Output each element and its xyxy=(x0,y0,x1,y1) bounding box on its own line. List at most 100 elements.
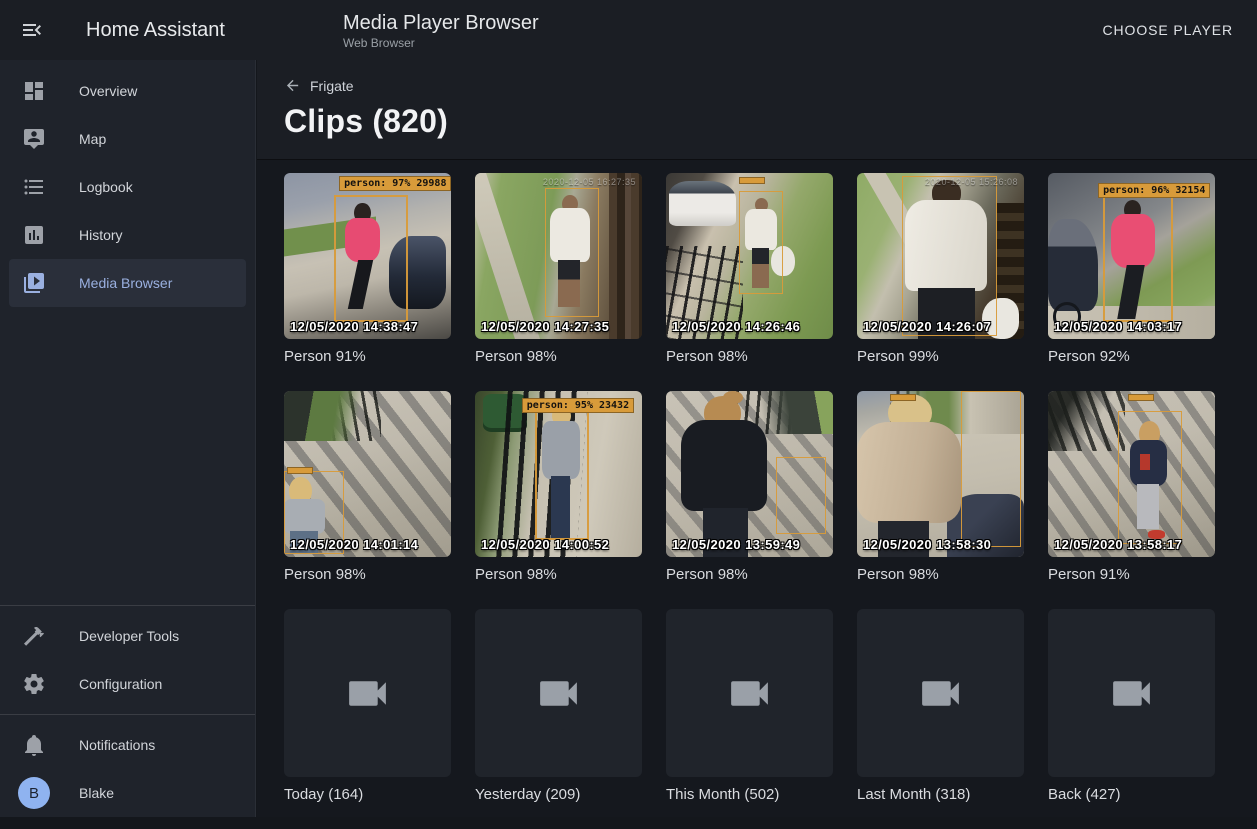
clip-caption: Person 99% xyxy=(857,347,1024,367)
detection-bbox xyxy=(1103,190,1173,323)
clip-timestamp: 12/05/2020 14:27:35 xyxy=(481,319,609,334)
dashboard-icon xyxy=(22,79,46,103)
detection-bbox xyxy=(545,188,598,317)
play-box-multiple-icon xyxy=(22,271,46,295)
sidebar-item-user[interactable]: B Blake xyxy=(9,769,246,817)
content-header: Frigate Clips (820) xyxy=(257,60,1257,160)
clip-timestamp: 12/05/2020 14:26:07 xyxy=(863,319,991,334)
breadcrumb-label: Frigate xyxy=(310,78,354,94)
detection-label xyxy=(890,394,916,401)
detection-bbox xyxy=(776,457,826,533)
clip-card[interactable]: person: 95% 23432 12/05/2020 14:00:52 Pe… xyxy=(475,391,642,585)
clip-thumbnail: person: 96% 32154 12/05/2020 14:03:17 xyxy=(1048,173,1215,339)
sidebar-item-label: Map xyxy=(79,131,106,147)
clip-card[interactable]: 12/05/2020 13:58:30 Person 98% xyxy=(857,391,1024,585)
clip-thumbnail: 12/05/2020 14:01:14 xyxy=(284,391,451,557)
clip-card[interactable]: 12/05/2020 13:59:49 Person 98% xyxy=(666,391,833,585)
back-arrow-icon xyxy=(284,77,301,94)
clip-card[interactable]: 12/05/2020 13:58:17 Person 91% xyxy=(1048,391,1215,585)
folder-label: Today (164) xyxy=(284,785,451,805)
sidebar-header: Home Assistant xyxy=(0,18,256,42)
clip-timestamp: 12/05/2020 14:01:14 xyxy=(290,537,418,552)
panel-subtitle: Web Browser xyxy=(343,36,539,50)
clip-caption: Person 98% xyxy=(666,347,833,367)
panel-title: Media Player Browser xyxy=(343,11,539,35)
detection-bbox xyxy=(334,195,407,323)
clip-thumbnail: person: 95% 23432 12/05/2020 14:00:52 xyxy=(475,391,642,557)
sidebar-item-map[interactable]: Map xyxy=(9,115,246,163)
clip-thumbnail: 2020-12-05 15:26:08 12/05/2020 14:26:07 xyxy=(857,173,1024,339)
clip-timestamp: 12/05/2020 14:00:52 xyxy=(481,537,609,552)
clip-caption: Person 98% xyxy=(666,565,833,585)
clip-card[interactable]: 2020-12-05 16:27:35 12/05/2020 14:27:35 … xyxy=(475,173,642,367)
sidebar-item-label: Overview xyxy=(79,83,137,99)
gear-icon xyxy=(22,672,46,696)
sidebar-item-configuration[interactable]: Configuration xyxy=(9,660,246,708)
sidebar-item-label: Configuration xyxy=(79,676,162,692)
video-camera-icon xyxy=(534,669,583,718)
clip-thumbnail: 12/05/2020 14:26:46 xyxy=(666,173,833,339)
clip-card[interactable]: person: 97% 29988 12/05/2020 14:38:47 Pe… xyxy=(284,173,451,367)
sidebar: Overview Map Logbook History Media Brows… xyxy=(0,60,256,817)
sidebar-item-notifications[interactable]: Notifications xyxy=(9,721,246,769)
clip-timestamp: 12/05/2020 13:59:49 xyxy=(672,537,800,552)
clip-card[interactable]: 12/05/2020 14:26:46 Person 98% xyxy=(666,173,833,367)
folder-card[interactable]: Last Month (318) xyxy=(857,609,1024,805)
user-name: Blake xyxy=(79,785,114,801)
sidebar-item-label: History xyxy=(79,227,123,243)
clip-card[interactable]: 2020-12-05 15:26:08 12/05/2020 14:26:07 … xyxy=(857,173,1024,367)
clips-grid: person: 97% 29988 12/05/2020 14:38:47 Pe… xyxy=(257,160,1257,829)
video-camera-icon xyxy=(725,669,774,718)
sidebar-item-developer-tools[interactable]: Developer Tools xyxy=(9,612,246,660)
sidebar-divider xyxy=(0,714,255,715)
clip-timestamp: 12/05/2020 13:58:17 xyxy=(1054,537,1182,552)
detection-bbox xyxy=(535,404,588,540)
detection-label xyxy=(1128,394,1154,401)
clip-thumbnail: 12/05/2020 13:59:49 xyxy=(666,391,833,557)
folder-label: Back (427) xyxy=(1048,785,1215,805)
clip-timestamp: 12/05/2020 14:38:47 xyxy=(290,319,418,334)
detection-bbox xyxy=(739,191,782,294)
choose-player-button[interactable]: CHOOSE PLAYER xyxy=(1095,14,1241,46)
sidebar-item-logbook[interactable]: Logbook xyxy=(9,163,246,211)
sidebar-item-history[interactable]: History xyxy=(9,211,246,259)
clip-timestamp: 12/05/2020 13:58:30 xyxy=(863,537,991,552)
folder-label: This Month (502) xyxy=(666,785,833,805)
clip-caption: Person 98% xyxy=(284,565,451,585)
app-title: Home Assistant xyxy=(86,19,225,42)
camera-osd: 2020-12-05 15:26:08 xyxy=(925,177,1018,187)
video-camera-icon xyxy=(916,669,965,718)
detection-bbox xyxy=(961,391,1021,547)
clip-thumbnail: person: 97% 29988 12/05/2020 14:38:47 xyxy=(284,173,451,339)
detection-label xyxy=(287,467,313,474)
folder-card[interactable]: Today (164) xyxy=(284,609,451,805)
video-camera-icon xyxy=(1107,669,1156,718)
hammer-icon xyxy=(22,624,46,648)
clip-card[interactable]: 12/05/2020 14:01:14 Person 98% xyxy=(284,391,451,585)
media-browser-panel: Frigate Clips (820) person: 97% 29988 12… xyxy=(257,60,1257,817)
folder-card[interactable]: This Month (502) xyxy=(666,609,833,805)
clip-thumbnail: 2020-12-05 16:27:35 12/05/2020 14:27:35 xyxy=(475,173,642,339)
sidebar-divider xyxy=(0,605,255,606)
sidebar-item-label: Developer Tools xyxy=(79,628,179,644)
menu-open-icon[interactable] xyxy=(20,18,44,42)
clip-caption: Person 92% xyxy=(1048,347,1215,367)
folder-card[interactable]: Yesterday (209) xyxy=(475,609,642,805)
clip-caption: Person 91% xyxy=(1048,565,1215,585)
camera-osd: 2020-12-05 16:27:35 xyxy=(543,177,636,187)
chart-box-icon xyxy=(22,223,46,247)
sidebar-item-media-browser[interactable]: Media Browser xyxy=(9,259,246,307)
bell-icon xyxy=(22,733,46,757)
detection-label xyxy=(739,177,765,184)
detection-bbox xyxy=(1118,411,1181,544)
folder-card[interactable]: Back (427) xyxy=(1048,609,1215,805)
clip-caption: Person 98% xyxy=(475,565,642,585)
sidebar-item-label: Logbook xyxy=(79,179,133,195)
sidebar-item-overview[interactable]: Overview xyxy=(9,67,246,115)
breadcrumb[interactable]: Frigate xyxy=(284,77,354,94)
detection-bbox xyxy=(902,176,997,335)
folder-label: Last Month (318) xyxy=(857,785,1024,805)
detection-label: person: 96% 32154 xyxy=(1098,183,1210,198)
avatar: B xyxy=(18,777,50,809)
clip-card[interactable]: person: 96% 32154 12/05/2020 14:03:17 Pe… xyxy=(1048,173,1215,367)
